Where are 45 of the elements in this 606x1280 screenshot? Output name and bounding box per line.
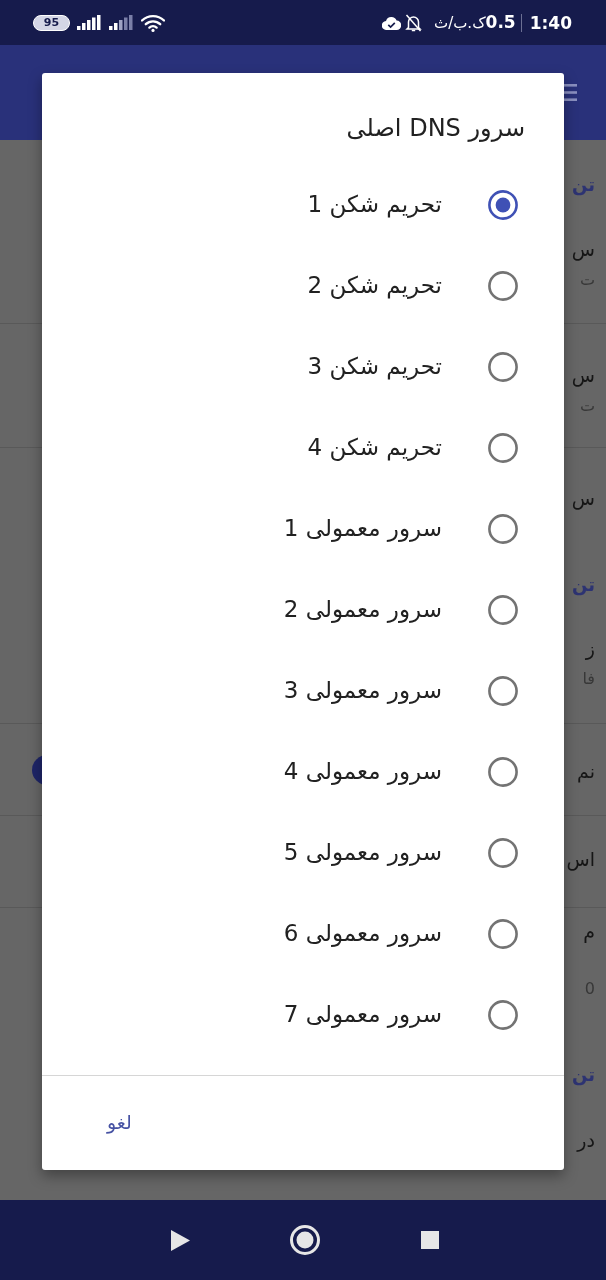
wifi-icon xyxy=(141,13,165,32)
setting-title: ز xyxy=(585,636,595,660)
menu-icon[interactable] xyxy=(564,84,577,101)
option-label[interactable]: سرور معمولی 7 xyxy=(283,997,442,1032)
setting-title: م xyxy=(583,919,595,943)
radio-button[interactable] xyxy=(488,189,518,220)
option-label[interactable]: سرور معمولی 1 xyxy=(283,511,442,546)
home-circle-icon[interactable] xyxy=(290,1225,320,1255)
option-label[interactable]: سرور معمولی 6 xyxy=(283,916,442,951)
section-header: تن xyxy=(572,173,595,197)
signal-icon xyxy=(77,15,102,30)
clock-time: 1:40 xyxy=(529,12,572,33)
section-header: تن xyxy=(572,1063,595,1087)
setting-title: نم xyxy=(577,759,595,783)
radio-button[interactable] xyxy=(488,594,518,625)
radio-button[interactable] xyxy=(488,513,518,544)
dialog-title: سرور DNS اصلی xyxy=(346,112,525,144)
setting-title: س xyxy=(571,237,595,261)
setting-title: اس xyxy=(566,847,595,871)
option-label[interactable]: تحریم شکن 3 xyxy=(307,349,442,384)
back-triangle-icon[interactable] xyxy=(171,1229,190,1251)
cancel-button[interactable]: لغو xyxy=(93,1100,146,1145)
setting-title: در xyxy=(577,1128,595,1152)
radio-button[interactable] xyxy=(488,999,518,1030)
radio-button[interactable] xyxy=(488,675,518,706)
radio-button[interactable] xyxy=(488,270,518,301)
radio-button[interactable] xyxy=(488,432,518,463)
cloud-check-icon xyxy=(382,15,402,30)
option-label[interactable]: سرور معمولی 4 xyxy=(283,754,442,789)
option-label[interactable]: سرور معمولی 3 xyxy=(283,673,442,708)
option-label[interactable]: تحریم شکن 4 xyxy=(307,430,442,465)
battery-indicator: 95 xyxy=(33,14,70,31)
radio-button[interactable] xyxy=(488,837,518,868)
signal-icon xyxy=(109,15,134,30)
setting-title: س xyxy=(571,486,595,510)
option-label[interactable]: سرور معمولی 2 xyxy=(283,592,442,627)
option-label[interactable]: تحریم شکن 1 xyxy=(307,187,442,222)
radio-button[interactable] xyxy=(488,756,518,787)
option-label[interactable]: تحریم شکن 2 xyxy=(307,268,442,303)
option-label[interactable]: سرور معمولی 5 xyxy=(283,835,442,870)
radio-button[interactable] xyxy=(488,918,518,949)
bell-off-icon xyxy=(405,13,423,32)
radio-button[interactable] xyxy=(488,351,518,382)
section-header: تن xyxy=(572,573,595,597)
setting-title: س xyxy=(571,363,595,387)
